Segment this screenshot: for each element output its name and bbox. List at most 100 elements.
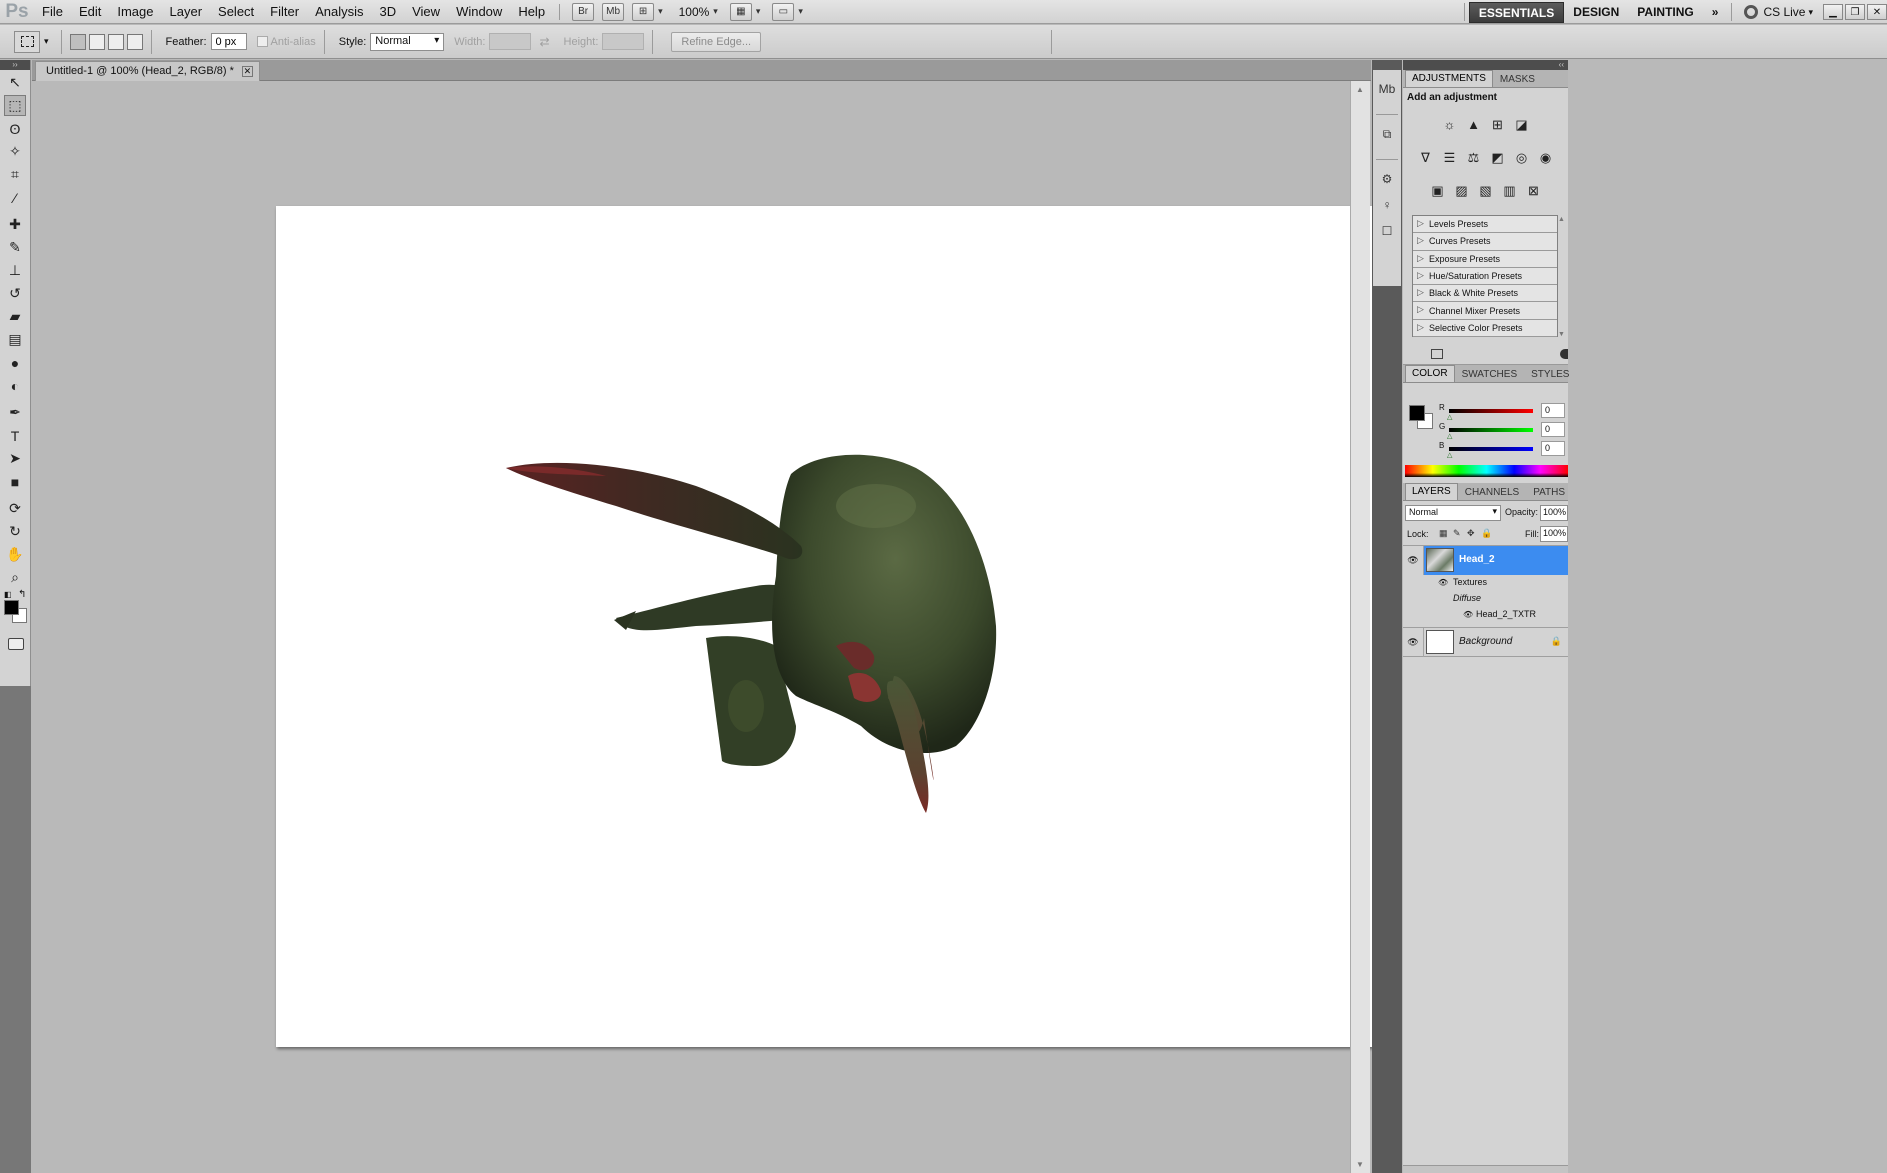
channel-value-input[interactable]: 0 bbox=[1541, 422, 1565, 437]
opacity-input[interactable]: 100% bbox=[1540, 505, 1568, 521]
menu-view[interactable]: View bbox=[404, 0, 448, 24]
tab-layers[interactable]: LAYERS bbox=[1405, 483, 1458, 500]
refine-edge-button[interactable]: Refine Edge... bbox=[671, 31, 762, 52]
preset-item[interactable]: ▷ Selective Color Presets bbox=[1413, 320, 1557, 338]
tab-styles[interactable]: STYLES bbox=[1524, 366, 1576, 382]
adjustment-2-4-icon[interactable]: ⊠ bbox=[1524, 181, 1544, 201]
minimize-button[interactable]: ▁ bbox=[1823, 4, 1843, 20]
height-input[interactable] bbox=[602, 33, 645, 50]
fill-input[interactable]: 100% bbox=[1540, 526, 1568, 542]
tab-channels[interactable]: CHANNELS bbox=[1458, 484, 1526, 500]
swap-colors-icon[interactable]: ↰ bbox=[18, 589, 26, 600]
path-selection-tool[interactable]: ➤ bbox=[4, 448, 26, 469]
presets-scrollbar[interactable]: ▲ ▼ bbox=[1558, 216, 1567, 338]
history-panel-icon[interactable]: ⧉ bbox=[1376, 123, 1398, 145]
preset-item[interactable]: ▷ Exposure Presets bbox=[1413, 251, 1557, 268]
goblin-head-3d-model[interactable] bbox=[276, 206, 1396, 1047]
vertical-scrollbar[interactable]: ▲ ▼ bbox=[1350, 81, 1370, 1173]
expand-triangle-icon[interactable]: ▷ bbox=[1417, 253, 1424, 264]
clip-to-layer-icon[interactable] bbox=[1431, 349, 1443, 359]
menu-help[interactable]: Help bbox=[510, 0, 553, 24]
expand-triangle-icon[interactable]: ▷ bbox=[1417, 287, 1424, 298]
preset-item[interactable]: ▷ Black & White Presets bbox=[1413, 285, 1557, 303]
3d-panel-icon[interactable]: ⚙ bbox=[1376, 168, 1398, 190]
preset-item[interactable]: ▷ Levels Presets bbox=[1413, 216, 1557, 234]
color-panel-foreground[interactable] bbox=[1409, 405, 1425, 421]
adjustment-2-0-icon[interactable]: ▣ bbox=[1428, 181, 1448, 201]
menu-window[interactable]: Window bbox=[448, 0, 510, 24]
lasso-tool[interactable]: ʘ bbox=[4, 118, 26, 139]
lock-transparency-icon[interactable]: ▦ bbox=[1439, 528, 1449, 538]
quick-mask-button[interactable] bbox=[8, 638, 24, 650]
feather-input[interactable] bbox=[210, 33, 247, 50]
style-select[interactable]: Normal bbox=[370, 32, 445, 51]
scroll-down-icon[interactable]: ▼ bbox=[1356, 1160, 1364, 1169]
slider-knob-icon[interactable]: △ bbox=[1447, 451, 1452, 459]
document-tab[interactable]: Untitled-1 @ 100% (Head_2, RGB/8) * ✕ bbox=[35, 61, 260, 81]
channel-slider-track[interactable] bbox=[1449, 409, 1533, 413]
screen-mode-dropdown-icon[interactable]: ▾ bbox=[798, 6, 803, 17]
spot-healing-brush-tool[interactable]: ✚ bbox=[4, 214, 26, 235]
view-extras-button[interactable]: ⊞ bbox=[632, 2, 655, 21]
diffuse-row[interactable]: Diffuse bbox=[1403, 591, 1568, 607]
workspace-painting[interactable]: PAINTING bbox=[1628, 2, 1702, 23]
texture-file-row[interactable]: 👁 Head_2_TXTR bbox=[1403, 607, 1568, 623]
channel-value-input[interactable]: 0 bbox=[1541, 403, 1565, 418]
zoom-level[interactable]: 100% bbox=[679, 5, 710, 19]
visibility-eye-icon[interactable]: 👁 bbox=[1406, 554, 1420, 566]
layer-body[interactable]: Head_2 bbox=[1423, 546, 1568, 575]
channel-slider-track[interactable] bbox=[1449, 428, 1533, 432]
menu-analysis[interactable]: Analysis bbox=[307, 0, 371, 24]
arrange-documents-button[interactable]: ▦ bbox=[729, 2, 752, 21]
3d-orbit-tool[interactable]: ↻ bbox=[4, 521, 26, 542]
menu-file[interactable]: File bbox=[34, 0, 71, 24]
swap-width-height-icon[interactable]: ⇄ bbox=[539, 35, 549, 49]
eraser-tool[interactable]: ▰ bbox=[4, 306, 26, 327]
lock-position-icon[interactable]: ✥ bbox=[1467, 528, 1477, 538]
view-extras-dropdown-icon[interactable]: ▾ bbox=[658, 6, 663, 17]
adjustment-2-2-icon[interactable]: ▧ bbox=[1476, 181, 1496, 201]
layer-background[interactable]: 👁 Background 🔒 bbox=[1403, 627, 1568, 657]
mini-bridge-panel-icon[interactable]: Mb bbox=[1376, 78, 1398, 100]
adjustment-1-0-icon[interactable]: ∇ bbox=[1416, 148, 1436, 168]
tool-preset-dropdown-icon[interactable]: ▾ bbox=[44, 36, 49, 47]
type-tool[interactable]: T bbox=[4, 425, 26, 446]
preset-item[interactable]: ▷ Hue/Saturation Presets bbox=[1413, 268, 1557, 286]
launch-bridge-button[interactable]: Br bbox=[572, 2, 595, 21]
foreground-color[interactable] bbox=[4, 600, 19, 615]
zoom-tool[interactable]: ⌕ bbox=[4, 567, 26, 588]
cs-live-menu[interactable]: CS Live ▾ bbox=[1736, 5, 1821, 19]
workspace-essentials[interactable]: ESSENTIALS bbox=[1468, 1, 1565, 23]
rectangular-marquee-tool[interactable]: ⬚ bbox=[4, 95, 26, 116]
visibility-eye-icon[interactable]: 👁 bbox=[1406, 636, 1420, 648]
textures-row[interactable]: 👁 Textures bbox=[1403, 575, 1568, 591]
history-brush-tool[interactable]: ↺ bbox=[4, 283, 26, 304]
more-workspaces-button[interactable]: » bbox=[1703, 2, 1728, 23]
adjustment-1-1-icon[interactable]: ☰ bbox=[1440, 148, 1460, 168]
lock-image-icon[interactable]: ✎ bbox=[1453, 528, 1463, 538]
menu-layer[interactable]: Layer bbox=[162, 0, 211, 24]
launch-mini-bridge-button[interactable]: Mb bbox=[602, 2, 625, 21]
adjustment-0-3-icon[interactable]: ◪ bbox=[1512, 115, 1532, 135]
panels-grip[interactable]: ‹‹ bbox=[1403, 60, 1568, 70]
color-spectrum[interactable] bbox=[1405, 465, 1568, 477]
expand-triangle-icon[interactable]: ▷ bbox=[1417, 304, 1424, 315]
tab-masks[interactable]: MASKS bbox=[1493, 71, 1542, 87]
expand-triangle-icon[interactable]: ▷ bbox=[1417, 235, 1424, 246]
tab-paths[interactable]: PATHS bbox=[1526, 484, 1572, 500]
tab-swatches[interactable]: SWATCHES bbox=[1455, 366, 1525, 382]
brush-tool[interactable]: ✎ bbox=[4, 237, 26, 258]
add-to-selection-button[interactable] bbox=[88, 33, 105, 50]
menu-filter[interactable]: Filter bbox=[262, 0, 307, 24]
menu-3d[interactable]: 3D bbox=[371, 0, 404, 24]
subtract-from-selection-button[interactable] bbox=[107, 33, 124, 50]
adjustment-0-0-icon[interactable]: ☼ bbox=[1440, 115, 1460, 135]
anti-alias-checkbox[interactable] bbox=[256, 36, 268, 47]
panel-options-icon[interactable] bbox=[1560, 349, 1568, 359]
adjustment-2-1-icon[interactable]: ▨ bbox=[1452, 181, 1472, 201]
preset-item[interactable]: ▷ Channel Mixer Presets bbox=[1413, 302, 1557, 320]
menu-image[interactable]: Image bbox=[109, 0, 161, 24]
close-document-icon[interactable]: ✕ bbox=[241, 66, 253, 77]
textures-eye-icon[interactable]: 👁 bbox=[1438, 578, 1448, 587]
adjustment-1-5-icon[interactable]: ◉ bbox=[1536, 148, 1556, 168]
